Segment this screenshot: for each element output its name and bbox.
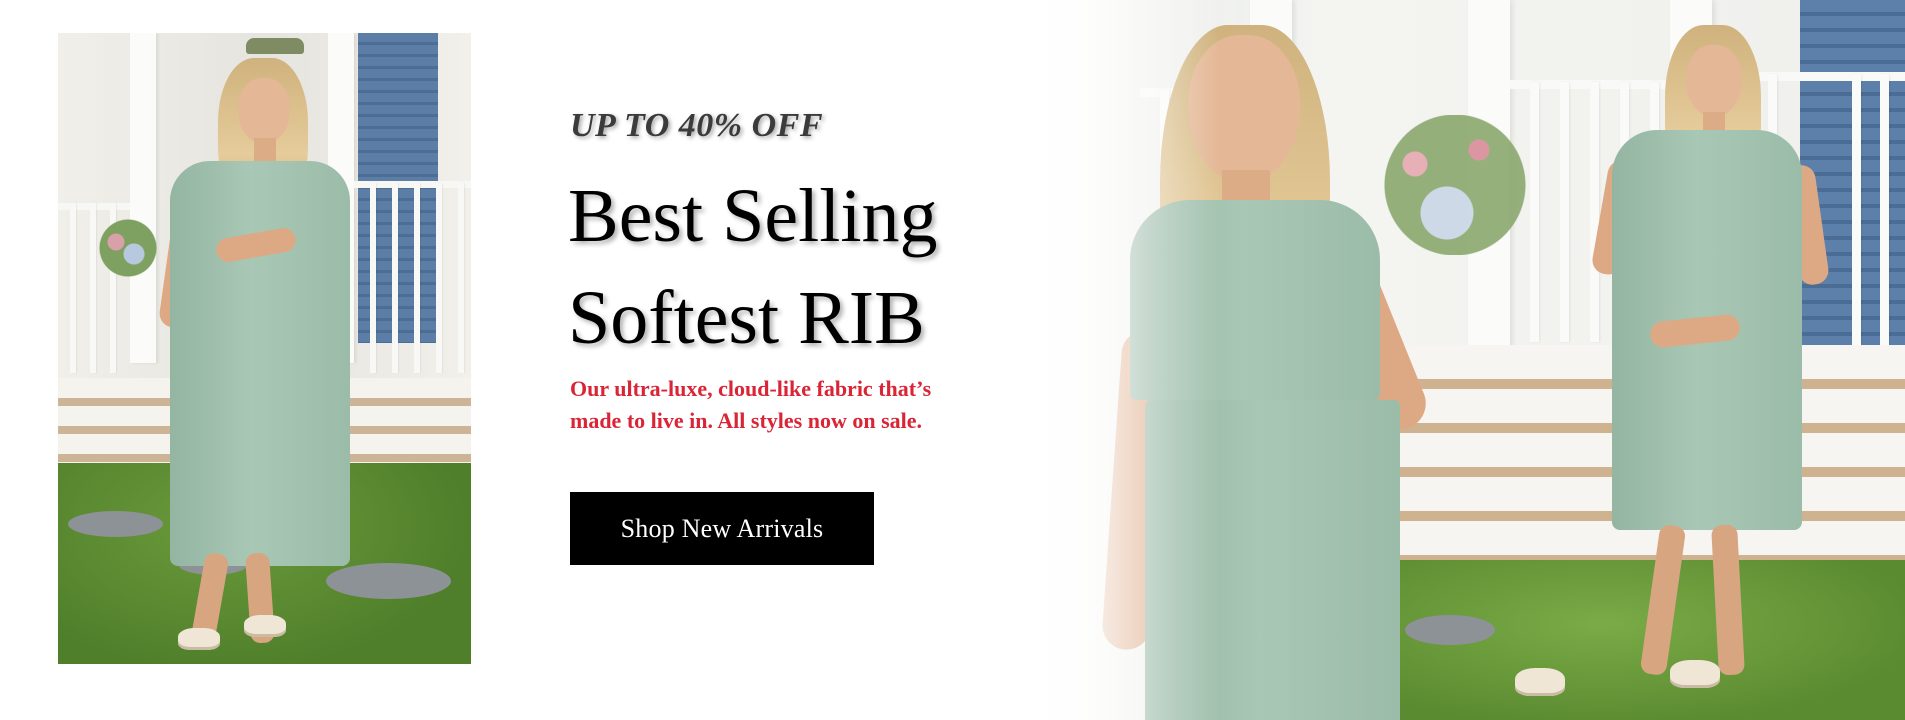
hero-banner[interactable]: UP TO 40% OFF Best Selling Softest RIB O… xyxy=(0,0,1905,720)
model-sandal xyxy=(178,628,220,650)
model-leg xyxy=(1639,523,1687,677)
headline: Best Selling Softest RIB xyxy=(568,165,988,369)
description: Our ultra-luxe, cloud-like fabric that’s… xyxy=(570,373,990,437)
description-line: made to live in. All styles now on sale. xyxy=(570,408,923,433)
model-face xyxy=(1686,45,1742,117)
model-sandal xyxy=(244,615,286,637)
headline-line: Softest RIB xyxy=(568,276,925,360)
model-face xyxy=(238,78,290,144)
product-photo-left[interactable] xyxy=(58,33,471,664)
model-dress xyxy=(170,161,350,566)
product-photo-right[interactable] xyxy=(1000,0,1905,720)
photo-fade-overlay xyxy=(1000,0,1220,720)
model-leg xyxy=(1711,524,1745,676)
model-sandal xyxy=(1670,660,1720,688)
shop-new-arrivals-button[interactable]: Shop New Arrivals xyxy=(570,492,874,565)
headline-line: Best Selling xyxy=(568,174,938,258)
model-sandal xyxy=(1515,668,1565,696)
description-line: Our ultra-luxe, cloud-like fabric that’s xyxy=(570,376,932,401)
photo-model xyxy=(58,33,471,664)
promo-label: UP TO 40% OFF xyxy=(570,107,823,144)
